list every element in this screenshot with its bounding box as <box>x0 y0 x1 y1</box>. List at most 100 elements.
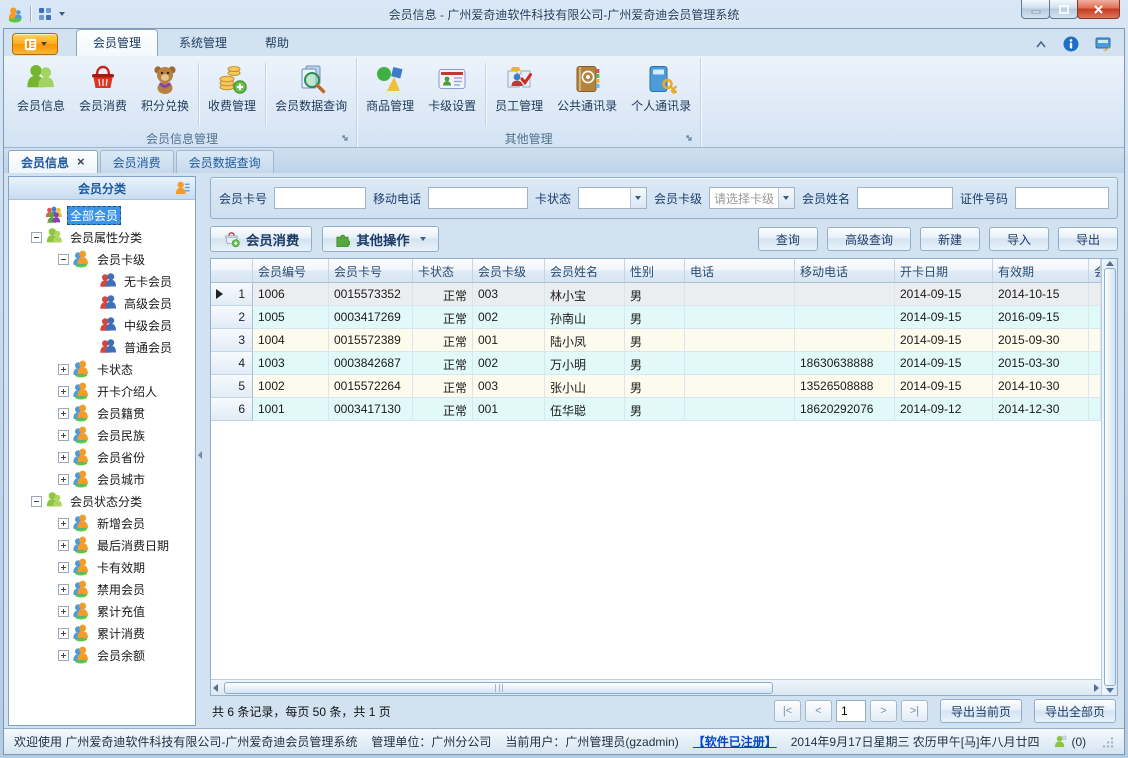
last-page-button[interactable]: >| <box>900 700 928 722</box>
dialog-launcher-icon[interactable] <box>342 135 351 144</box>
personal-contacts-button[interactable]: 个人通讯录 <box>624 59 698 130</box>
tree-item-20[interactable]: 会员余额 <box>9 644 195 666</box>
tree-item-17[interactable]: 禁用会员 <box>9 578 195 600</box>
id-number-input[interactable] <box>1015 187 1109 209</box>
tree-item-10[interactable]: 会员民族 <box>9 424 195 446</box>
close-button[interactable] <box>1077 0 1120 19</box>
scroll-left-icon[interactable] <box>213 683 218 692</box>
quick-access-toolbar-icon[interactable] <box>37 6 53 22</box>
ribbon-tab-1[interactable]: 系统管理 <box>162 29 244 56</box>
chevron-down-icon[interactable] <box>777 188 794 208</box>
staff-mgmt-button[interactable]: 员工管理 <box>488 59 550 130</box>
card-level-settings-button[interactable]: 卡级设置 <box>421 59 483 130</box>
column-header-3[interactable]: 会员卡级 <box>473 259 545 283</box>
info-icon[interactable] <box>1063 36 1079 52</box>
query-button[interactable]: 查询 <box>757 227 818 251</box>
tree-item-16[interactable]: 卡有效期 <box>9 556 195 578</box>
application-menu-button[interactable] <box>12 33 58 55</box>
row-header[interactable]: 2 <box>211 306 253 329</box>
row-header[interactable]: 5 <box>211 375 253 398</box>
mobile-phone-input[interactable] <box>428 187 529 209</box>
column-header-9[interactable]: 有效期 <box>993 259 1089 283</box>
tree-item-2[interactable]: 会员卡级 <box>9 248 195 270</box>
column-header-2[interactable]: 卡状态 <box>413 259 473 283</box>
tree-item-7[interactable]: 卡状态 <box>9 358 195 380</box>
tree-item-14[interactable]: 新增会员 <box>9 512 195 534</box>
card-level-select[interactable]: 请选择卡级 <box>708 187 795 209</box>
tree-item-18[interactable]: 累计充值 <box>9 600 195 622</box>
expand-icon[interactable] <box>58 517 69 529</box>
row-header[interactable]: 6 <box>211 398 253 421</box>
member-card-no-input[interactable] <box>274 187 367 209</box>
points-exchange-button[interactable]: 积分兑换 <box>134 59 196 130</box>
scroll-up-icon[interactable] <box>1105 261 1114 266</box>
tree-item-19[interactable]: 累计消费 <box>9 622 195 644</box>
online-user-icon[interactable] <box>1053 734 1068 749</box>
expand-icon[interactable] <box>58 429 69 441</box>
tree-item-0[interactable]: 全部会员 <box>9 204 195 226</box>
quick-access-dropdown-icon[interactable] <box>59 12 65 16</box>
expand-icon[interactable] <box>58 539 69 551</box>
sidebar-splitter[interactable] <box>196 176 204 726</box>
doc-tab-1[interactable]: 会员消费 <box>99 150 174 173</box>
collapse-sidebar-icon[interactable] <box>198 451 202 459</box>
tree-item-12[interactable]: 会员城市 <box>9 468 195 490</box>
column-header-6[interactable]: 电话 <box>685 259 795 283</box>
new-button[interactable]: 新建 <box>919 227 980 251</box>
vertical-scrollbar[interactable] <box>1101 259 1117 695</box>
feedback-icon[interactable] <box>1095 37 1112 52</box>
expand-icon[interactable] <box>58 605 69 617</box>
expand-icon[interactable] <box>58 451 69 463</box>
resize-grip[interactable] <box>1102 736 1114 748</box>
table-row-1[interactable]: 2 1005 0003417269 正常 002 孙南山男 2014-09-15 2016-0… <box>211 306 1101 329</box>
page-number-input[interactable] <box>835 700 866 722</box>
tree-item-9[interactable]: 会员籍贯 <box>9 402 195 424</box>
horizontal-scroll-thumb[interactable] <box>224 681 774 694</box>
tree-item-5[interactable]: 中级会员 <box>9 314 195 336</box>
member-info-button[interactable]: 会员信息 <box>10 59 72 130</box>
ribbon-tab-0[interactable]: 会员管理 <box>76 29 159 56</box>
software-registered-link[interactable]: 【软件已注册】 <box>693 733 777 750</box>
expand-icon[interactable] <box>58 649 69 661</box>
doc-tab-2[interactable]: 会员数据查询 <box>175 150 274 173</box>
tree-item-13[interactable]: 会员状态分类 <box>9 490 195 512</box>
goods-mgmt-button[interactable]: 商品管理 <box>359 59 421 130</box>
doc-tab-0[interactable]: 会员信息 × <box>8 150 98 173</box>
tree-item-3[interactable]: 无卡会员 <box>9 270 195 292</box>
column-header-1[interactable]: 会员卡号 <box>329 259 413 283</box>
expand-icon[interactable] <box>58 627 69 639</box>
column-header-8[interactable]: 开卡日期 <box>895 259 993 283</box>
table-row-5[interactable]: 6 1001 0003417130 正常 001 伍华聪男 18620292076 2014-… <box>211 398 1101 421</box>
row-header[interactable]: 4 <box>211 352 253 375</box>
column-header-5[interactable]: 性别 <box>625 259 685 283</box>
row-header[interactable]: 3 <box>211 329 253 352</box>
expand-icon[interactable] <box>58 473 69 485</box>
scroll-down-icon[interactable] <box>1105 688 1114 693</box>
public-contacts-button[interactable]: 公共通讯录 <box>550 59 624 130</box>
tree-item-11[interactable]: 会员省份 <box>9 446 195 468</box>
table-row-0[interactable]: 1 1006 0015573352 正常 003 林小宝男 2014-09-15 2014-1… <box>211 283 1101 306</box>
import-button[interactable]: 导入 <box>988 227 1049 251</box>
maximize-button[interactable] <box>1049 0 1078 19</box>
member-data-query-button[interactable]: 会员数据查询 <box>268 59 354 130</box>
vertical-scroll-thumb[interactable] <box>1103 268 1116 686</box>
next-page-button[interactable]: > <box>869 700 897 722</box>
member-name-input[interactable] <box>856 187 953 209</box>
tree-item-6[interactable]: 普通会员 <box>9 336 195 358</box>
column-header-7[interactable]: 移动电话 <box>795 259 895 283</box>
ribbon-tab-2[interactable]: 帮助 <box>248 29 306 56</box>
fee-mgmt-button[interactable]: 收费管理 <box>201 59 263 130</box>
member-consume-button[interactable]: 会员消费 <box>72 59 134 130</box>
tree-item-8[interactable]: 开卡介绍人 <box>9 380 195 402</box>
table-row-2[interactable]: 3 1004 0015572389 正常 001 陆小凤男 2014-09-15 2015-0… <box>211 329 1101 352</box>
card-status-select[interactable] <box>578 187 647 209</box>
row-header[interactable]: 1 <box>211 283 253 306</box>
tree-item-4[interactable]: 高级会员 <box>9 292 195 314</box>
export-all-pages-button[interactable]: 导出全部页 <box>1033 699 1116 723</box>
expand-icon[interactable] <box>58 583 69 595</box>
horizontal-scrollbar[interactable] <box>211 679 1101 695</box>
expand-icon[interactable] <box>58 385 69 397</box>
first-page-button[interactable]: |< <box>773 700 801 722</box>
table-row-3[interactable]: 4 1003 0003842687 正常 002 万小明男 18630638888 2014-… <box>211 352 1101 375</box>
export-current-page-button[interactable]: 导出当前页 <box>939 699 1022 723</box>
